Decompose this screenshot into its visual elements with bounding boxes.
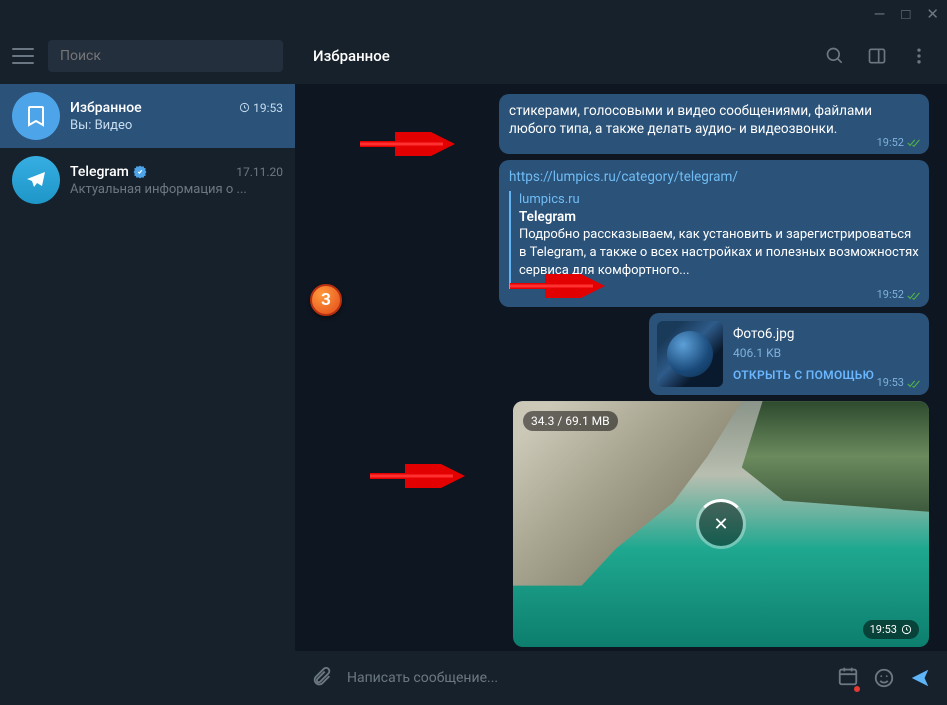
checks-icon [907,138,921,148]
clock-icon [239,102,250,113]
chat-time: 17.11.20 [236,165,283,179]
message-bubble-link[interactable]: https://lumpics.ru/category/telegram/ lu… [499,160,929,307]
sidepanel-icon[interactable] [867,46,887,66]
maximize-icon[interactable]: □ [901,5,910,23]
close-icon: ✕ [713,514,728,535]
send-icon[interactable] [909,667,931,689]
preview-title: Telegram [519,208,919,226]
minimize-icon[interactable]: — [874,5,886,23]
message-input[interactable]: Написать сообщение... [347,670,823,686]
more-icon[interactable] [909,46,929,66]
chat-header: Избранное [295,28,947,84]
chat-area: Избранное стикерами, голосовыми и видео … [295,28,947,705]
clock-icon [901,624,912,635]
window-titlebar: — □ ✕ [0,0,947,28]
chat-item-telegram[interactable]: Telegram 17.11.20 Актуальная информация … [0,148,295,212]
verified-icon [133,165,147,179]
bookmark-icon [12,92,60,140]
message-text: стикерами, голосовыми и видео сообщениям… [509,103,872,137]
page-title: Избранное [313,47,390,65]
cancel-upload-button[interactable]: ✕ [699,502,743,546]
chat-name: Избранное [70,100,142,116]
message-bubble[interactable]: стикерами, голосовыми и видео сообщениям… [499,94,929,154]
composer: Написать сообщение... [295,651,947,705]
file-thumbnail[interactable] [657,321,723,387]
chat-preview: Актуальная информация о ... [70,182,283,197]
chat-time: 19:53 [239,101,283,115]
attach-icon[interactable] [311,667,333,689]
message-time: 19:52 [877,288,921,303]
annotation-arrow [365,464,465,488]
chat-name: Telegram [70,164,147,180]
hamburger-icon[interactable] [12,48,34,64]
message-bubble-file[interactable]: Фото6.jpg 406.1 KB ОТКРЫТЬ С ПОМОЩЬЮ 19:… [649,313,929,395]
close-icon[interactable]: ✕ [926,5,939,23]
search-input[interactable] [48,40,283,72]
scheduled-icon[interactable] [837,665,859,691]
link-preview: lumpics.ru Telegram Подробно рассказывае… [509,191,919,289]
upload-progress: 34.3 / 69.1 MB [523,411,618,431]
message-time: 19:53 [877,376,921,391]
preview-desc: Подробно рассказываем, как установить и … [519,226,919,289]
file-name: Фото6.jpg [733,325,874,343]
chat-item-saved[interactable]: Избранное 19:53 Вы: Видео [0,84,295,148]
emoji-icon[interactable] [873,667,895,689]
preview-site: lumpics.ru [519,191,919,209]
search-icon[interactable] [825,46,845,66]
open-with-button[interactable]: ОТКРЫТЬ С ПОМОЩЬЮ [733,367,874,383]
message-time: 19:53 [863,620,919,639]
chat-preview: Вы: Видео [70,118,283,133]
message-time: 19:52 [877,136,921,151]
file-size: 406.1 KB [733,345,874,361]
annotation-badge-3: 3 [310,284,342,316]
telegram-icon [12,156,60,204]
sidebar: Избранное 19:53 Вы: Видео [0,28,295,705]
annotation-arrow [355,132,455,156]
message-link[interactable]: https://lumpics.ru/category/telegram/ [509,168,919,186]
message-video[interactable]: 34.3 / 69.1 MB ✕ 19:53 [513,401,929,647]
